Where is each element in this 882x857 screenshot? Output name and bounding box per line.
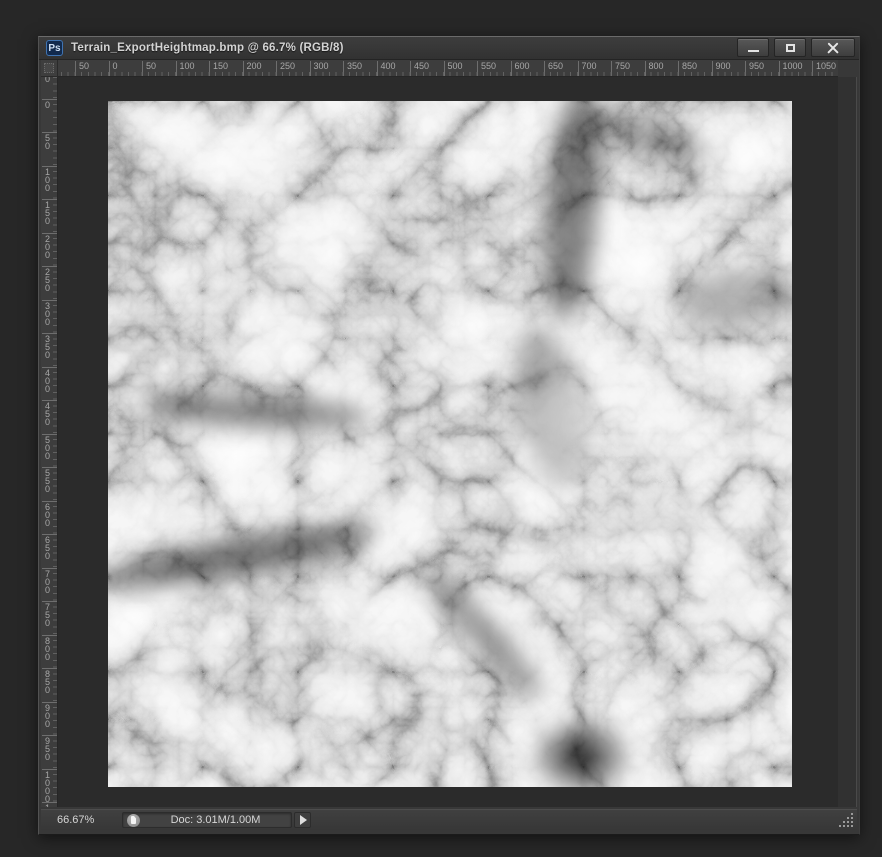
ruler-tick-label: 200 (42, 233, 57, 259)
resize-grip[interactable] (837, 812, 853, 828)
ps-logo-icon[interactable]: Ps (46, 40, 63, 56)
ruler-tick-label: 950 (42, 735, 57, 761)
ruler-tick-label: 850 (678, 61, 697, 76)
zoom-level-field[interactable]: 66.67% (57, 814, 117, 826)
document-title: Terrain_ExportHeightmap.bmp @ 66.7% (RGB… (71, 42, 344, 54)
status-menu-button[interactable] (294, 812, 311, 828)
ruler-tick-label: 700 (578, 61, 597, 76)
ruler-tick-label: 100 (42, 166, 57, 192)
photoshop-document-window: Ps Terrain_ExportHeightmap.bmp @ 66.7% (… (38, 36, 860, 835)
ruler-origin-icon (44, 63, 54, 73)
ruler-tick-label: 800 (42, 635, 57, 661)
ruler-tick-label: 550 (42, 467, 57, 493)
ruler-tick-label: 450 (42, 400, 57, 426)
ruler-tick-label: 850 (42, 668, 57, 694)
scroll-track (838, 77, 857, 807)
close-button[interactable] (811, 38, 855, 57)
ridge-highlight (148, 221, 338, 371)
minimize-button[interactable] (737, 38, 769, 57)
ruler-tick-label: 50 (42, 77, 57, 83)
resize-grip-icon (839, 813, 841, 815)
ruler-tick-label: 450 (410, 61, 429, 76)
ruler-tick-label: 300 (310, 61, 329, 76)
doc-size-text: Doc: 3.01M/1.00M (140, 814, 291, 826)
minimize-icon (748, 50, 759, 52)
ruler-tick-label: 150 (209, 61, 228, 76)
maximize-button[interactable] (774, 38, 806, 57)
triangle-right-icon (300, 815, 307, 825)
ruler-tick-label: 800 (645, 61, 664, 76)
doc-info-field[interactable]: Doc: 3.01M/1.00M (122, 812, 292, 828)
ruler-tick-label: 350 (42, 333, 57, 359)
ruler-tick-label: 350 (343, 61, 362, 76)
ruler-tick-label: 950 (745, 61, 764, 76)
ruler-origin-box[interactable] (41, 60, 58, 77)
ruler-tick-label: 1050 (812, 61, 836, 76)
ruler-tick-label: 750 (611, 61, 630, 76)
ruler-tick-label: 650 (42, 534, 57, 560)
ruler-tick-label: 1000 (42, 769, 57, 803)
document-icon (127, 814, 140, 827)
ruler-tick-label: 1050 (42, 802, 57, 807)
ruler-tick-label: 50 (75, 61, 89, 76)
ruler-tick-label: 600 (42, 501, 57, 527)
ruler-tick-label: 100 (176, 61, 195, 76)
ruler-tick-label: 750 (42, 601, 57, 627)
ruler-tick-label: 50 (142, 61, 156, 76)
ruler-tick-label: 900 (42, 702, 57, 728)
ruler-tick-label: 500 (444, 61, 463, 76)
title-bar[interactable]: Ps Terrain_ExportHeightmap.bmp @ 66.7% (… (39, 37, 859, 60)
ruler-tick-label: 900 (712, 61, 731, 76)
status-bar: 66.67% Doc: 3.01M/1.00M (41, 809, 857, 830)
maximize-icon (786, 44, 795, 52)
ruler-tick-label: 150 (42, 199, 57, 225)
ruler-tick-label: 400 (42, 367, 57, 393)
ruler-tick-label: 300 (42, 300, 57, 326)
ruler-tick-label: 200 (243, 61, 262, 76)
ridge-highlight (528, 331, 738, 531)
ruler-tick-label: 400 (377, 61, 396, 76)
canvas-image[interactable] (108, 101, 792, 787)
window-controls (737, 38, 855, 57)
ruler-tick-label: 250 (42, 266, 57, 292)
ruler-tick-label: 250 (276, 61, 295, 76)
ruler-tick-label: 600 (511, 61, 530, 76)
ruler-tick-label: 50 (42, 132, 57, 150)
ruler-vertical[interactable]: 5005010015020025030035040045050055060065… (41, 77, 58, 807)
ruler-tick-label: 550 (477, 61, 496, 76)
ruler-tick-label: 700 (42, 568, 57, 594)
ruler-tick-label: 650 (544, 61, 563, 76)
close-icon (827, 42, 839, 54)
ruler-tick-label: 0 (109, 61, 118, 76)
ruler-tick-label: 0 (42, 99, 57, 109)
ruler-horizontal[interactable]: 5005010015020025030035040045050055060065… (58, 60, 838, 77)
pasteboard[interactable] (58, 77, 838, 807)
ruler-tick-label: 1000 (779, 61, 803, 76)
ruler-tick-label: 500 (42, 434, 57, 460)
